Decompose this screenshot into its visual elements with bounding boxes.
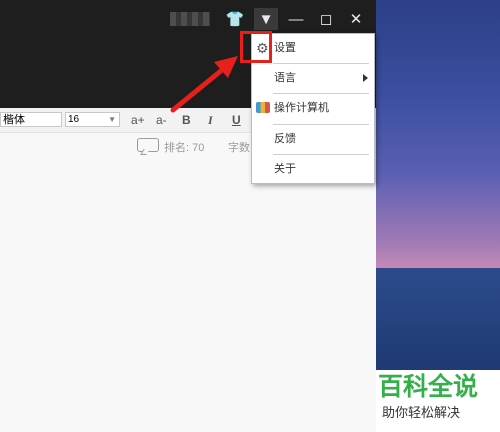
watermark-title: 百科全说: [378, 373, 479, 401]
watermark-subtitle: 助你轻松解决: [382, 405, 461, 420]
watermark: 百科全说 助你轻松解决: [376, 370, 500, 432]
annotation-arrow: [170, 56, 238, 113]
